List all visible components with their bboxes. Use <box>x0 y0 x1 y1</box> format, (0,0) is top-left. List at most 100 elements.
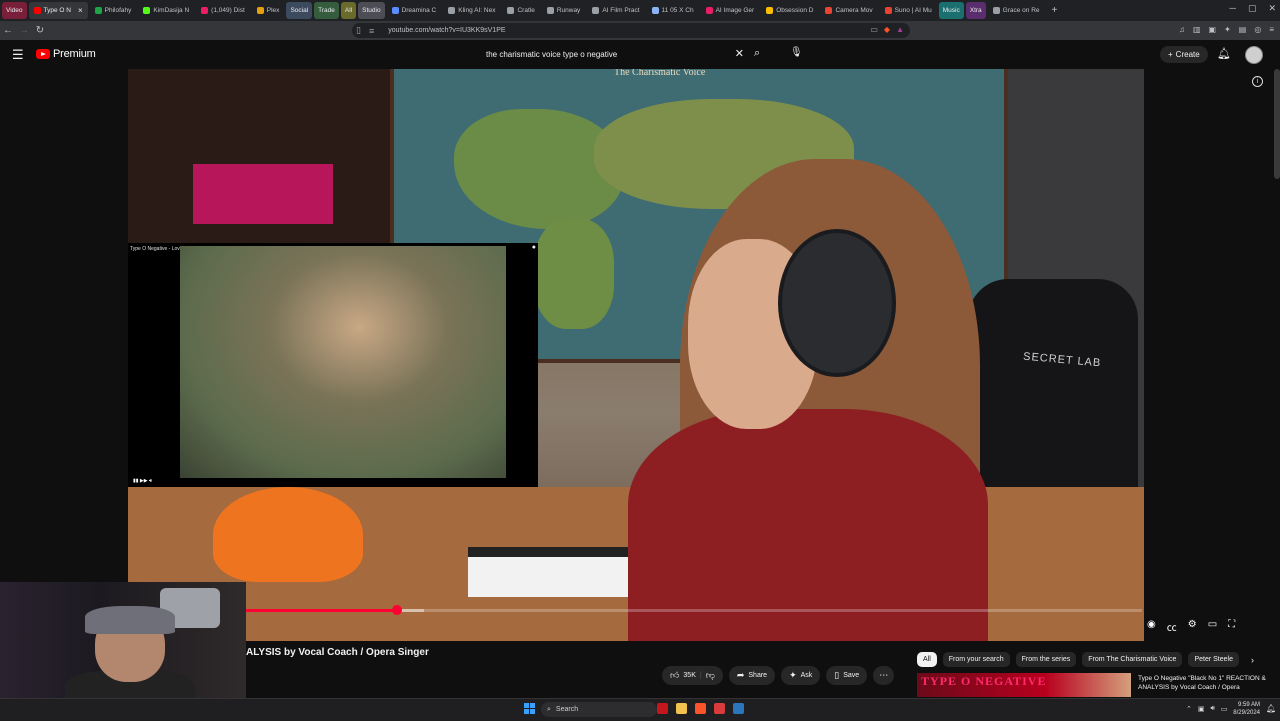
windows-start-icon[interactable] <box>524 703 535 714</box>
tab-group-0[interactable]: Video <box>2 2 27 19</box>
more-actions-button[interactable]: ⋯ <box>873 666 895 685</box>
tab-group-20[interactable]: Music <box>938 2 964 19</box>
browser-tab-11[interactable]: Kling AI: Nex <box>443 2 500 19</box>
chevron-right-icon[interactable]: › <box>1251 655 1254 665</box>
youtube-premium-logo[interactable]: Premium <box>36 48 96 60</box>
video-player[interactable]: The Charismatic Voice SECRET LAB Ω Type … <box>128 69 1144 641</box>
cast-icon[interactable]: ▭ <box>870 25 878 34</box>
theater-mode-icon[interactable]: ▭ <box>1208 619 1217 634</box>
recommended-video-title[interactable]: Type O Negative "Black No 1" REACTION & … <box>1138 674 1276 692</box>
steam-icon[interactable] <box>733 703 744 714</box>
search-icon[interactable]: ⌕ <box>754 47 760 60</box>
browser-tab-12[interactable]: Cratle <box>502 2 539 19</box>
calendar-app-icon[interactable] <box>714 703 725 714</box>
thumbs-down-icon[interactable]: 👎︎ <box>706 670 715 681</box>
clock-time: 9:59 AM <box>1237 702 1260 708</box>
forward-arrow-icon[interactable]: → <box>16 25 32 36</box>
brave-shield-icon[interactable]: ◆ <box>884 25 890 34</box>
maximize-button[interactable]: ▢ <box>1248 3 1257 14</box>
fullscreen-icon[interactable]: ⛶ <box>1228 619 1235 634</box>
tab-favicon-icon <box>448 7 456 14</box>
browser-tab-5[interactable]: Plex <box>252 2 285 19</box>
close-tab-icon[interactable]: × <box>78 6 83 15</box>
browser-tab-1[interactable]: Type O N × <box>28 2 88 19</box>
hamburger-menu-icon[interactable]: ☰ <box>12 47 24 63</box>
subtitles-icon[interactable]: ㏄ <box>1167 619 1177 634</box>
browser-tab-16[interactable]: AI Image Ger <box>701 2 760 19</box>
chip-from-the-series[interactable]: From the series <box>1015 652 1077 667</box>
browser-tab-17[interactable]: Obsession D <box>761 2 818 19</box>
file-explorer-icon[interactable] <box>676 703 687 714</box>
tab-group-21[interactable]: Xtra <box>965 2 986 19</box>
tab-search-icon[interactable]: ▣ <box>1209 25 1217 34</box>
browser-tab-14[interactable]: AI Film Pract <box>587 2 644 19</box>
close-window-button[interactable]: ✕ <box>1268 3 1276 14</box>
sidebar-icon[interactable]: ▥ <box>1193 25 1201 34</box>
reload-icon[interactable]: ↻ <box>32 25 48 36</box>
brave-browser-icon[interactable] <box>695 703 706 714</box>
clear-search-icon[interactable]: ✕ <box>735 47 744 60</box>
bookmark-icon[interactable]: ▯ <box>356 25 361 36</box>
browser-tab-3[interactable]: KimDasija N <box>138 2 194 19</box>
browser-tab-18[interactable]: Camera Mov <box>820 2 877 19</box>
browser-tab-10[interactable]: Dreamina C <box>387 2 442 19</box>
octopus-plush <box>213 487 363 582</box>
browser-tab-15[interactable]: 11 05 X Ch <box>647 2 699 19</box>
tab-group-8[interactable]: All <box>340 2 357 19</box>
battery-icon[interactable]: ▭ <box>1221 705 1228 713</box>
browser-tab-22[interactable]: Grace on Re <box>988 2 1045 19</box>
tab-group-7[interactable]: Trade <box>314 2 339 19</box>
like-button[interactable]: 👍︎ 35K | 👎︎ <box>662 666 723 685</box>
app-red-icon[interactable] <box>657 703 668 714</box>
browser-tab-19[interactable]: Suno | AI Mu <box>880 2 937 19</box>
tab-label: Kling AI: Nex <box>458 7 496 14</box>
video-actions: 👍︎ 35K | 👎︎ ➦ Share ✦ Ask ▯ Save ⋯ <box>662 666 895 685</box>
chip-from-channel[interactable]: From The Charismatic Voice <box>1082 652 1183 667</box>
bookmark-save-icon: ▯ <box>834 670 840 680</box>
address-bar[interactable]: ▯ ≡ youtube.com/watch?v=IU3KK9sV1PE ▭ ◆ … <box>352 23 910 38</box>
share-button[interactable]: ➦ Share <box>728 666 776 685</box>
back-arrow-icon[interactable]: ← <box>0 25 16 36</box>
search-input[interactable] <box>478 49 728 60</box>
menu-dots-icon[interactable]: ≡ <box>1269 25 1274 34</box>
media-controls-icon[interactable]: ♫ <box>1179 25 1185 34</box>
like-count: 35K <box>683 672 696 679</box>
share-label: Share <box>748 672 768 679</box>
brave-rewards-icon[interactable]: ▲ <box>896 25 904 34</box>
save-button[interactable]: ▯ Save <box>826 666 868 685</box>
autoplay-toggle-icon[interactable]: ◉ <box>1147 619 1156 634</box>
microphone-icon[interactable]: 🎙︎ <box>790 47 803 58</box>
taskbar-search-label: Search <box>555 706 579 713</box>
account-avatar[interactable] <box>1245 46 1263 64</box>
notifications-bell-icon[interactable]: 🔔︎ <box>1217 47 1231 60</box>
chip-peter-steele[interactable]: Peter Steele <box>1188 652 1239 667</box>
taskbar-search[interactable]: ⌕ Search <box>541 702 657 717</box>
create-button[interactable]: + Create <box>1160 46 1208 63</box>
chip-from-your-search[interactable]: From your search <box>942 652 1010 667</box>
tab-group-9[interactable]: Studio <box>358 2 385 19</box>
browser-tab-4[interactable]: (1,049) Dist <box>196 2 250 19</box>
tray-chevron-icon[interactable]: ⌃ <box>1186 705 1192 713</box>
new-tab-button[interactable]: + <box>1047 2 1063 19</box>
recommended-video-thumbnail[interactable]: TYPE O NEGATIVE <box>917 673 1131 697</box>
ask-button[interactable]: ✦ Ask <box>781 666 821 685</box>
taskbar-clock[interactable]: 9:59 AM 8/29/2024 <box>1228 701 1260 717</box>
notifications-icon[interactable]: 🔔︎ <box>1266 704 1276 713</box>
settings-gear-icon[interactable]: ⚙ <box>1188 619 1197 634</box>
minimize-button[interactable]: ─ <box>1230 3 1236 14</box>
browser-tab-2[interactable]: Philofahy <box>90 2 137 19</box>
browser-tab-13[interactable]: Runway <box>542 2 585 19</box>
video-progress-bar[interactable] <box>244 605 1142 615</box>
vpn-icon[interactable]: ◎ <box>1254 25 1261 34</box>
extensions-icon[interactable]: ✦ <box>1224 25 1231 34</box>
url-text[interactable]: youtube.com/watch?v=IU3KK9sV1PE <box>388 27 505 34</box>
site-info-icon[interactable]: ≡ <box>369 26 374 36</box>
tab-group-6[interactable]: Social <box>286 2 313 19</box>
chip-all[interactable]: All <box>917 652 937 667</box>
network-icon[interactable]: ▣ <box>1198 705 1205 713</box>
info-icon[interactable]: i <box>1252 76 1263 87</box>
volume-icon[interactable]: 🔊︎ <box>1211 705 1215 713</box>
scrubber-handle[interactable] <box>391 605 402 615</box>
wallet-icon[interactable]: ▤ <box>1239 25 1247 34</box>
page-scrollbar[interactable] <box>1274 69 1280 179</box>
